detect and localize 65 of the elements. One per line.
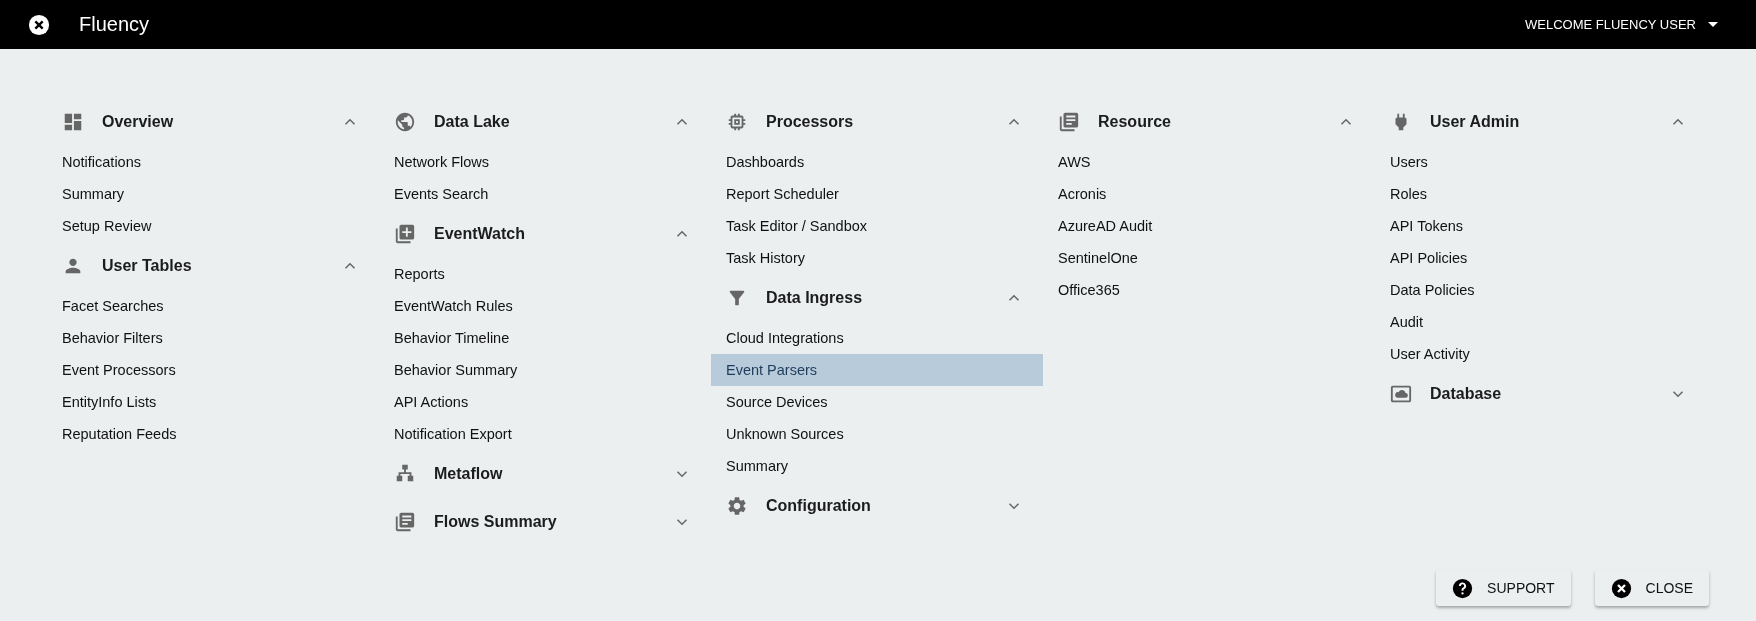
close-button[interactable] — [28, 13, 50, 36]
section-header[interactable]: Configuration — [711, 482, 1043, 530]
section-header[interactable]: User Admin — [1375, 98, 1707, 146]
section-header[interactable]: Resource — [1043, 98, 1375, 146]
menu-item[interactable]: Behavior Filters — [47, 322, 379, 354]
menu-item[interactable]: Roles — [1375, 178, 1707, 210]
menu-item[interactable]: Event Processors — [47, 354, 379, 386]
menu-item[interactable]: Audit — [1375, 306, 1707, 338]
document-list-icon — [394, 511, 416, 533]
menu-item[interactable]: Task History — [711, 242, 1043, 274]
section-header[interactable]: Overview — [47, 98, 379, 146]
menu-item[interactable]: Source Devices — [711, 386, 1043, 418]
menu-item[interactable]: AWS — [1043, 146, 1375, 178]
menu-item[interactable]: Setup Review — [47, 210, 379, 242]
menu-item[interactable]: AzureAD Audit — [1043, 210, 1375, 242]
document-list-icon — [1058, 111, 1080, 133]
menu-item[interactable]: Behavior Timeline — [379, 322, 711, 354]
menu-item[interactable]: Events Search — [379, 178, 711, 210]
menu-item[interactable]: Reputation Feeds — [47, 418, 379, 450]
menu-item[interactable]: API Tokens — [1375, 210, 1707, 242]
menu-item[interactable]: Notification Export — [379, 418, 711, 450]
menu-item[interactable]: Reports — [379, 258, 711, 290]
menu-item[interactable]: Task Editor / Sandbox — [711, 210, 1043, 242]
menu-item[interactable]: Data Policies — [1375, 274, 1707, 306]
menu-item[interactable]: Dashboards — [711, 146, 1043, 178]
chip-icon — [726, 111, 748, 133]
caret-down-icon — [1708, 22, 1718, 27]
menu-item[interactable]: Office365 — [1043, 274, 1375, 306]
section-header[interactable]: EventWatch — [379, 210, 711, 258]
menu-item[interactable]: Summary — [711, 450, 1043, 482]
section-header[interactable]: Metaflow — [379, 450, 711, 498]
section-header[interactable]: Processors — [711, 98, 1043, 146]
menu-item[interactable]: EventWatch Rules — [379, 290, 711, 322]
menu-item[interactable]: Network Flows — [379, 146, 711, 178]
menu-item[interactable]: Unknown Sources — [711, 418, 1043, 450]
menu-item[interactable]: Summary — [47, 178, 379, 210]
section-header[interactable]: Database — [1375, 370, 1707, 418]
support-button[interactable]: SUPPORT — [1436, 570, 1571, 606]
close-button[interactable]: CLOSE — [1594, 570, 1709, 606]
menu-item[interactable]: SentinelOne — [1043, 242, 1375, 274]
dashboard-icon — [62, 111, 84, 133]
globe-icon — [394, 111, 416, 133]
app-title: Fluency — [79, 13, 150, 36]
menu-item[interactable]: User Activity — [1375, 338, 1707, 370]
menu-item[interactable]: API Actions — [379, 386, 711, 418]
user-menu[interactable]: WELCOME FLUENCY USER — [1525, 17, 1718, 32]
section-header[interactable]: Flows Summary — [379, 498, 711, 546]
menu-item[interactable]: Acronis — [1043, 178, 1375, 210]
section-header[interactable]: User Tables — [47, 242, 379, 290]
menu-item[interactable]: Users — [1375, 146, 1707, 178]
menu-item[interactable]: Facet Searches — [47, 290, 379, 322]
menu-item[interactable]: Report Scheduler — [711, 178, 1043, 210]
section-header[interactable]: Data Ingress — [711, 274, 1043, 322]
menu-item[interactable]: Event Parsers — [711, 354, 1043, 386]
add-document-icon — [394, 223, 416, 245]
cloud-icon — [1390, 383, 1412, 405]
help-icon — [1452, 577, 1474, 599]
menu-item[interactable]: Behavior Summary — [379, 354, 711, 386]
menu-item[interactable]: Cloud Integrations — [711, 322, 1043, 354]
section-header[interactable]: Data Lake — [379, 98, 711, 146]
menu-item[interactable]: API Policies — [1375, 242, 1707, 274]
settings-icon — [726, 495, 748, 517]
menu-item[interactable]: Notifications — [47, 146, 379, 178]
menu-item[interactable]: EntityInfo Lists — [47, 386, 379, 418]
close-icon — [1610, 577, 1632, 599]
